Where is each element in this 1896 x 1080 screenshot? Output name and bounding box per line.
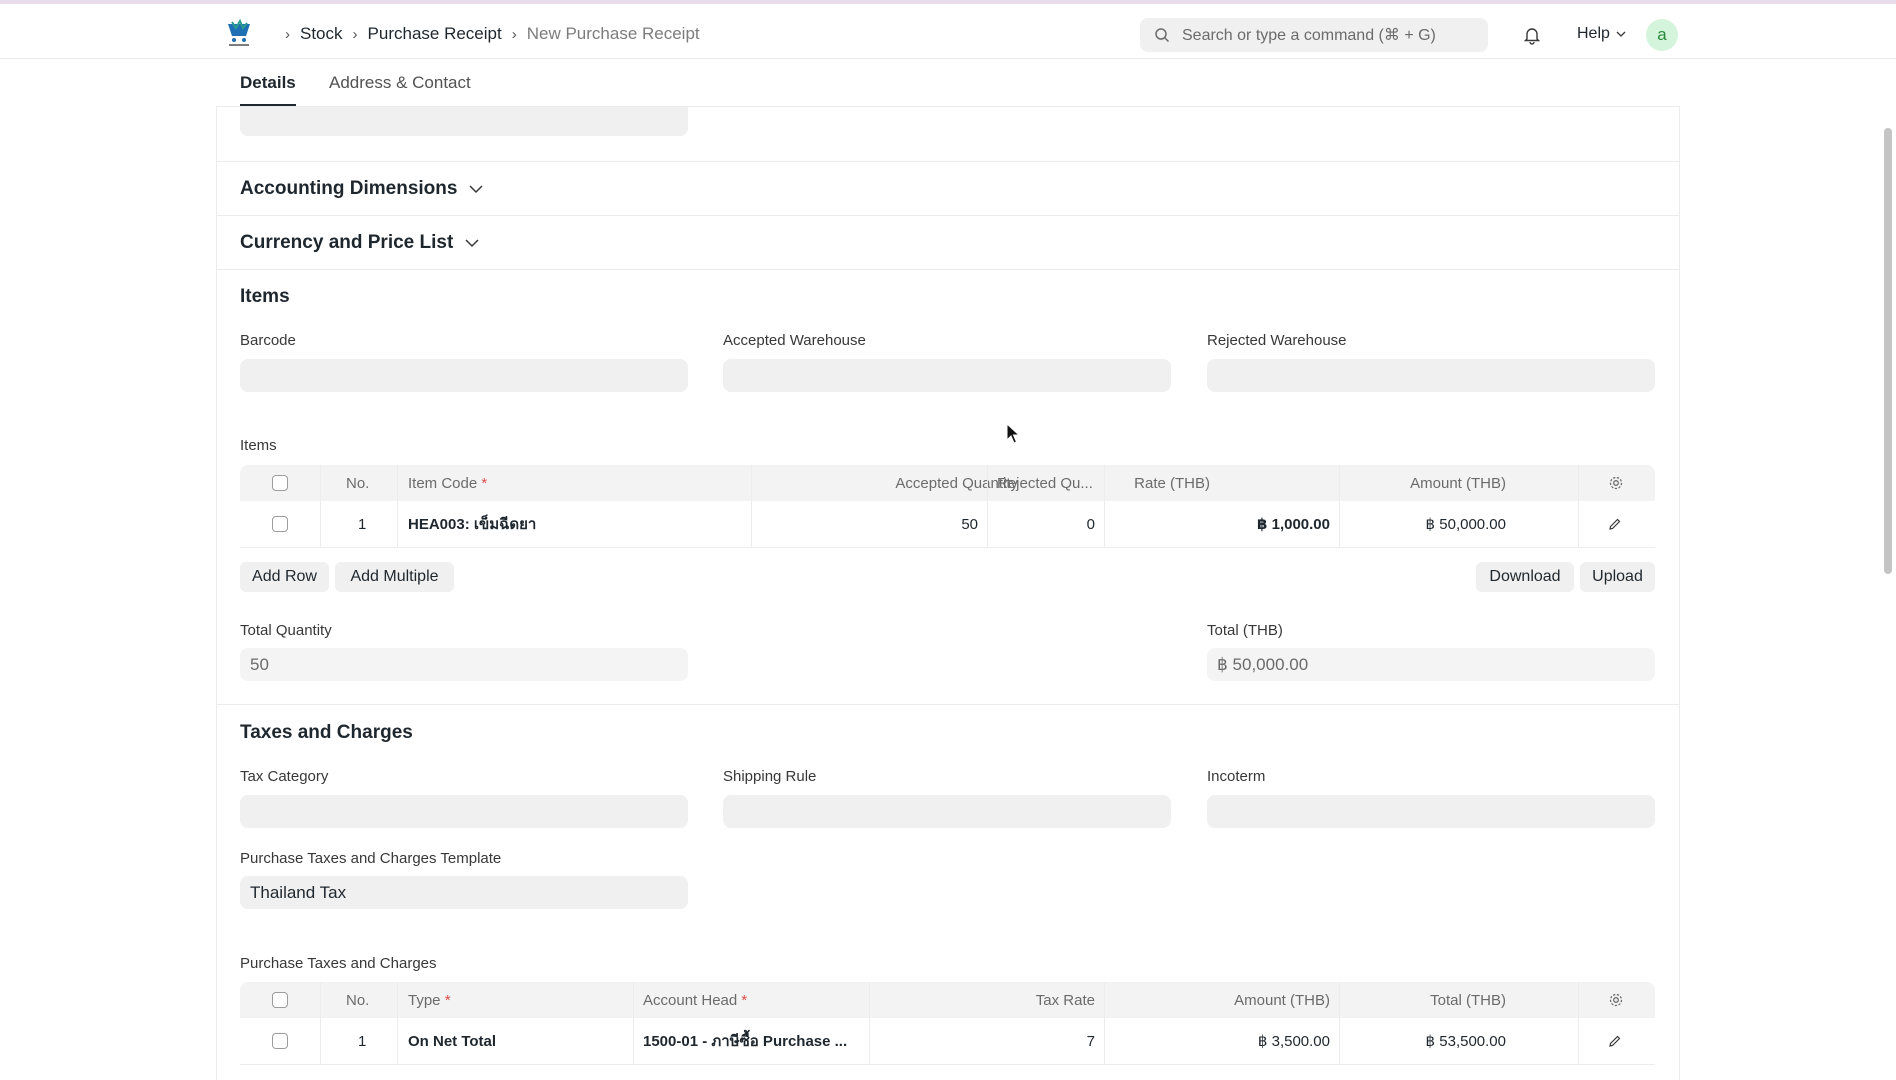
help-label: Help bbox=[1577, 25, 1610, 42]
section-items-title: Items bbox=[240, 286, 290, 307]
search-placeholder: Search or type a command (⌘ + G) bbox=[1182, 27, 1436, 44]
taxes-table-label: Purchase Taxes and Charges bbox=[240, 955, 437, 972]
barcode-label: Barcode bbox=[240, 332, 296, 349]
total-quantity-value: 50 bbox=[240, 648, 688, 681]
incoterm-field[interactable] bbox=[1207, 795, 1655, 828]
breadcrumb-current: New Purchase Receipt bbox=[526, 24, 700, 43]
chevron-down-icon bbox=[1616, 31, 1626, 37]
table-row[interactable]: 1 HEA003: เข็มฉีดยา 50 0 ฿ 1,000.00 ฿ 50… bbox=[240, 501, 1655, 548]
accepted-warehouse-field[interactable] bbox=[723, 359, 1171, 392]
divider bbox=[216, 704, 1680, 705]
tab-details[interactable]: Details bbox=[240, 73, 296, 93]
section-title-label: Currency and Price List bbox=[240, 232, 454, 253]
divider bbox=[216, 269, 1680, 270]
section-title-label: Accounting Dimensions bbox=[240, 178, 458, 199]
items-table-header: No. Item Code * Accepted Quantity Reject… bbox=[240, 465, 1655, 501]
row-accepted-quantity[interactable]: 50 bbox=[760, 501, 978, 547]
tax-category-field[interactable] bbox=[240, 795, 688, 828]
row-item-code[interactable]: HEA003: เข็มฉีดยา bbox=[408, 501, 536, 547]
col-rejected-quantity: Rejected Qu... bbox=[997, 474, 1093, 492]
shipping-rule-label: Shipping Rule bbox=[723, 768, 817, 785]
taxes-table-header: No. Type * Account Head * Tax Rate Amoun… bbox=[240, 982, 1655, 1018]
taxes-template-field[interactable]: Thailand Tax bbox=[240, 876, 688, 909]
avatar[interactable]: a bbox=[1646, 19, 1678, 51]
breadcrumb: › Stock › Purchase Receipt › New Purchas… bbox=[275, 24, 700, 44]
chevron-right-icon: › bbox=[352, 25, 358, 43]
partial-field[interactable] bbox=[240, 107, 688, 136]
edit-icon[interactable] bbox=[1608, 1018, 1622, 1064]
row-account-head[interactable]: 1500-01 - ภาษีซื้อ Purchase ... bbox=[643, 1018, 847, 1064]
col-item-code: Item Code * bbox=[408, 474, 488, 492]
chevron-right-icon: › bbox=[285, 25, 290, 43]
row-checkbox[interactable] bbox=[272, 1018, 288, 1064]
active-tab-indicator bbox=[240, 104, 296, 106]
col-account-head: Account Head * bbox=[643, 991, 748, 1009]
select-all-checkbox[interactable] bbox=[272, 465, 288, 501]
col-tax-total: Total (THB) bbox=[1430, 991, 1506, 1009]
select-all-checkbox[interactable] bbox=[272, 982, 288, 1018]
rejected-warehouse-field[interactable] bbox=[1207, 359, 1655, 392]
incoterm-label: Incoterm bbox=[1207, 768, 1266, 785]
row-tax-rate[interactable]: 7 bbox=[880, 1018, 1095, 1064]
row-tax-amount: ฿ 3,500.00 bbox=[1257, 1033, 1330, 1050]
page-scrollbar[interactable] bbox=[1884, 128, 1892, 574]
rejected-warehouse-label: Rejected Warehouse bbox=[1207, 332, 1347, 349]
col-rate: Rate (THB) bbox=[1134, 474, 1210, 492]
breadcrumb-stock[interactable]: Stock bbox=[300, 24, 343, 44]
row-no: 1 bbox=[358, 1032, 367, 1050]
col-no: No. bbox=[346, 474, 370, 492]
upload-button[interactable]: Upload bbox=[1580, 562, 1655, 592]
tab-address-contact[interactable]: Address & Contact bbox=[329, 73, 471, 93]
col-tax-amount: Amount (THB) bbox=[1234, 991, 1330, 1009]
items-table-label: Items bbox=[240, 437, 277, 454]
divider bbox=[216, 161, 1680, 162]
divider bbox=[216, 215, 1680, 216]
taxes-template-label: Purchase Taxes and Charges Template bbox=[240, 850, 502, 867]
search-input[interactable]: Search or type a command (⌘ + G) bbox=[1140, 18, 1488, 52]
section-accounting-dimensions[interactable]: Accounting Dimensions bbox=[240, 178, 483, 200]
total-value: ฿ 50,000.00 bbox=[1207, 648, 1655, 681]
app-logo-icon[interactable] bbox=[224, 18, 254, 48]
shipping-rule-field[interactable] bbox=[723, 795, 1171, 828]
mouse-cursor-icon bbox=[1006, 423, 1020, 444]
row-no: 1 bbox=[358, 515, 367, 533]
total-label: Total (THB) bbox=[1207, 622, 1283, 639]
row-rejected-quantity[interactable]: 0 bbox=[997, 501, 1095, 547]
total-quantity-label: Total Quantity bbox=[240, 622, 332, 639]
barcode-field[interactable] bbox=[240, 359, 688, 392]
bell-icon[interactable] bbox=[1522, 25, 1542, 45]
col-accepted-quantity: Accepted Quantity bbox=[895, 474, 1018, 492]
col-amount: Amount (THB) bbox=[1410, 474, 1506, 492]
row-type[interactable]: On Net Total bbox=[408, 1018, 496, 1064]
search-icon bbox=[1155, 28, 1170, 43]
tax-category-label: Tax Category bbox=[240, 768, 329, 785]
col-type: Type * bbox=[408, 991, 451, 1009]
row-amount: ฿ 50,000.00 bbox=[1425, 516, 1506, 533]
breadcrumb-purchase-receipt[interactable]: Purchase Receipt bbox=[368, 24, 502, 44]
add-row-button[interactable]: Add Row bbox=[240, 562, 329, 592]
form-tabs: Details Address & Contact bbox=[216, 59, 1680, 107]
help-dropdown[interactable]: Help bbox=[1577, 25, 1626, 43]
section-taxes-title: Taxes and Charges bbox=[240, 722, 413, 743]
gear-icon[interactable] bbox=[1608, 465, 1624, 501]
section-currency-price-list[interactable]: Currency and Price List bbox=[240, 232, 479, 254]
col-tax-rate: Tax Rate bbox=[1035, 991, 1095, 1009]
top-navbar: › Stock › Purchase Receipt › New Purchas… bbox=[0, 0, 1896, 59]
chevron-right-icon: › bbox=[511, 25, 517, 43]
col-no: No. bbox=[346, 991, 370, 1009]
download-button[interactable]: Download bbox=[1476, 562, 1574, 592]
add-multiple-button[interactable]: Add Multiple bbox=[335, 562, 454, 592]
row-tax-total: ฿ 53,500.00 bbox=[1425, 1033, 1506, 1050]
chevron-down-icon bbox=[469, 185, 483, 194]
accepted-warehouse-label: Accepted Warehouse bbox=[723, 332, 866, 349]
row-checkbox[interactable] bbox=[272, 501, 288, 547]
gear-icon[interactable] bbox=[1608, 982, 1624, 1018]
table-row[interactable]: 1 On Net Total 1500-01 - ภาษีซื้อ Purcha… bbox=[240, 1018, 1655, 1065]
edit-icon[interactable] bbox=[1608, 501, 1622, 547]
chevron-down-icon bbox=[465, 239, 479, 248]
row-rate[interactable]: ฿ 1,000.00 bbox=[1120, 501, 1330, 547]
